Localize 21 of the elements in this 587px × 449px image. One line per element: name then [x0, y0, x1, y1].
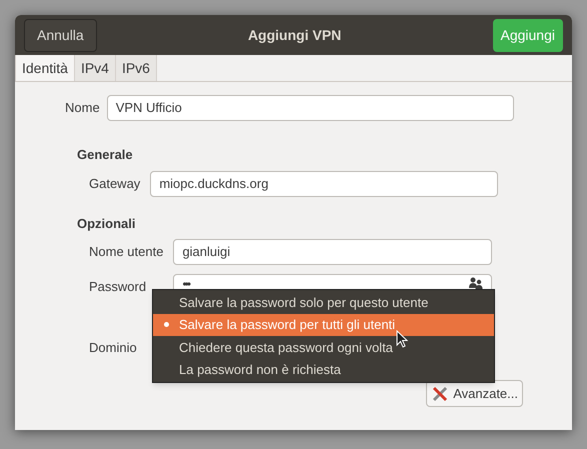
input-field[interactable]: gianluigi	[173, 239, 492, 265]
users-icon[interactable]	[469, 277, 484, 289]
field-label: Nome	[65, 99, 100, 118]
field-label: Gateway	[89, 174, 140, 193]
tab[interactable]: IPv4	[74, 55, 116, 81]
field-label: Password	[89, 278, 146, 296]
field-label: Nome utente	[89, 243, 164, 262]
advanced-button[interactable]: Avanzate...	[426, 380, 523, 407]
menu-item[interactable]: Chiedere questa password ogni volta	[153, 336, 494, 358]
input-field[interactable]: VPN Ufficio	[106, 95, 514, 121]
menu-item[interactable]: La password non è richiesta	[153, 358, 494, 381]
cursor-icon	[396, 330, 408, 348]
tab[interactable]: Identità	[15, 55, 75, 81]
window-title: Aggiungi VPN	[248, 26, 342, 45]
cancel-button[interactable]: Annulla	[24, 18, 97, 52]
input-field[interactable]: miopc.duckdns.org	[150, 170, 498, 196]
section-heading: Opzionali	[77, 214, 136, 233]
tab[interactable]: IPv6	[116, 55, 157, 81]
field-label: Dominio	[89, 339, 137, 358]
tools-icon	[431, 384, 450, 402]
section-heading: Generale	[77, 146, 134, 164]
